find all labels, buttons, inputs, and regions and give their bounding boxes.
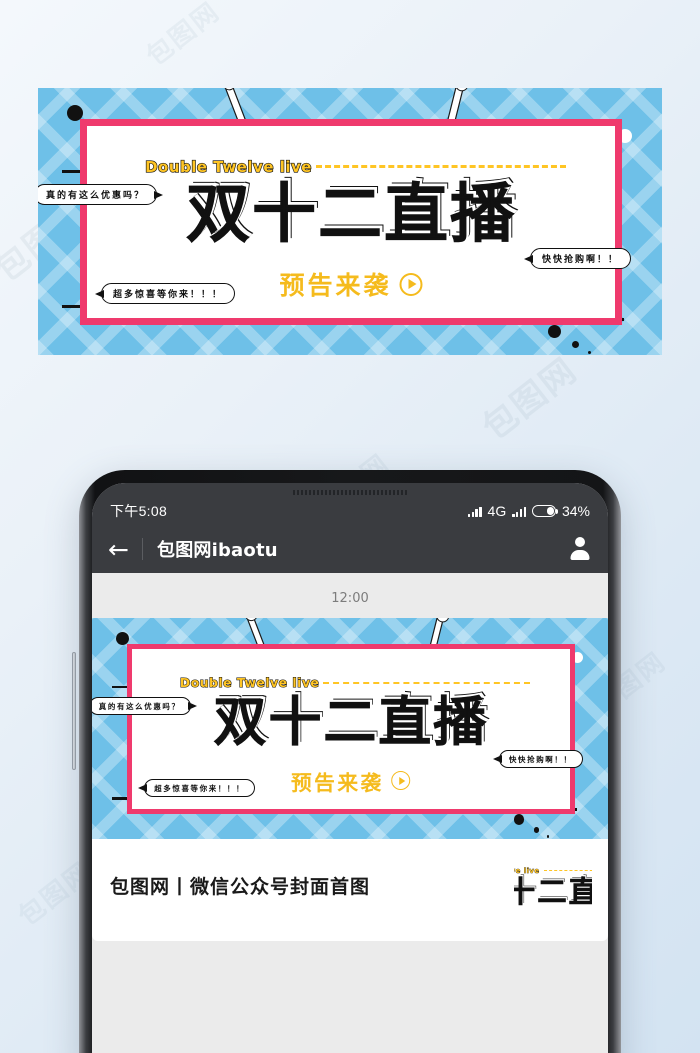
poster-render: Double Twelve live双十二直播预告来袭真的有这么优惠吗？快快抢购… xyxy=(92,618,608,839)
bubble-hurry: 快快抢购啊！！ xyxy=(492,750,583,769)
bubble-surprise: 超多惊喜等你来！！！ xyxy=(138,779,256,798)
decor-dot xyxy=(572,341,579,348)
signal-bars-icon xyxy=(467,506,482,517)
article-thumbnail: Double Twelve live双十二直播预告来袭真的有这么优惠吗？快快抢购… xyxy=(514,856,592,919)
back-arrow-icon[interactable]: ← xyxy=(108,537,138,562)
poster-subtitle-text: 预告来袭 xyxy=(291,770,384,795)
decor-dot xyxy=(548,325,561,338)
app-nav-bar: ← 包图网ibaotu xyxy=(92,525,608,573)
play-triangle-icon xyxy=(399,272,423,296)
decor-dot xyxy=(513,813,525,825)
nav-title: 包图网ibaotu xyxy=(157,540,278,561)
poster-subtitle: 预告来袭 xyxy=(279,266,423,302)
status-indicators: 4G 34% xyxy=(467,503,590,519)
phone-mockup: 下午5:08 4G 34% ← 包图网ibaotu 12:00 Double T… xyxy=(79,470,621,1053)
article-title: 包图网丨微信公众号封面首图 xyxy=(110,875,371,898)
bubble-hurry: 快快抢购啊！！ xyxy=(523,248,632,269)
volume-rocker-button[interactable] xyxy=(72,652,76,770)
poster-title: 双十二直播 xyxy=(213,691,489,753)
poster-title: 双十二直播 xyxy=(186,177,516,252)
battery-percent-label: 34% xyxy=(561,503,590,519)
network-type-label: 4G xyxy=(487,503,507,519)
phone-screen: 下午5:08 4G 34% ← 包图网ibaotu 12:00 Double T… xyxy=(92,483,608,1053)
page-watermark: 包图网 xyxy=(141,0,226,73)
poster-render: Double Twelve live双十二直播预告来袭真的有这么优惠吗？快快抢购… xyxy=(514,856,592,919)
person-avatar-icon[interactable] xyxy=(568,537,592,561)
chat-message-article[interactable]: Double Twelve live 双十二直播 预告来袭 真的有这么优惠吗？ 快快抢购… xyxy=(92,618,608,941)
play-triangle-icon xyxy=(391,771,411,791)
article-cover-image[interactable]: Double Twelve live 双十二直播 预告来袭 真的有这么优惠吗？ 快快抢购… xyxy=(92,618,608,839)
article-thumbnail-inner: Double Twelve live双十二直播预告来袭真的有这么优惠吗？快快抢购… xyxy=(514,856,592,919)
article-card[interactable]: 包图网丨微信公众号封面首图 Double Twelve live双十二直播预告来… xyxy=(92,838,608,941)
poster-subtitle-text: 预告来袭 xyxy=(518,917,570,919)
poster-title: 双十二直播 xyxy=(514,875,592,910)
decor-dot xyxy=(588,351,591,354)
poster-preview: Double Twelve live 双十二直播 预告来袭 真的有这么优惠吗？ … xyxy=(38,88,662,355)
signal-bars-icon xyxy=(512,506,526,517)
battery-icon xyxy=(531,505,559,517)
poster-subtitle: 预告来袭 xyxy=(291,766,411,796)
bubble-surprise: 超多惊喜等你来！！！ xyxy=(94,283,236,304)
status-time: 下午5:08 xyxy=(110,503,168,519)
poster-subtitle-text: 预告来袭 xyxy=(279,271,392,301)
bubble-question: 真的有这么优惠吗？ xyxy=(38,184,164,205)
poster-frame: Double Twelve live双十二直播预告来袭 xyxy=(514,856,592,919)
chat-body: 12:00 Double Twelve live 双十二直播 预告来袭 真的有这么优惠… xyxy=(92,573,608,941)
earpiece-speaker xyxy=(291,490,409,495)
chat-timestamp: 12:00 xyxy=(331,591,369,606)
page-watermark: 包图网 xyxy=(475,350,586,449)
poster-subtitle: 预告来袭 xyxy=(518,917,588,919)
nav-divider xyxy=(142,538,143,560)
bubble-question: 真的有这么优惠吗？ xyxy=(92,697,197,716)
